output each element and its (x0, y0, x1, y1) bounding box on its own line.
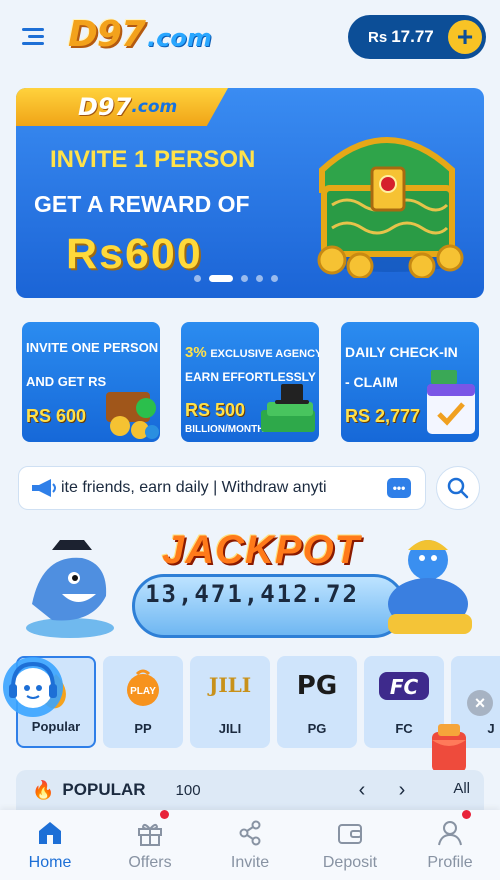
promo-agency-line1: EXCLUSIVE AGENCY (210, 348, 319, 360)
promo-card-agency[interactable]: 3% EXCLUSIVE AGENCY EARN EFFORTLESSLY RS… (181, 322, 319, 442)
balance-pill[interactable]: Rs 17.77 + (348, 15, 486, 59)
promo-card-checkin[interactable]: DAILY CHECK-IN - CLAIM RS 2,777 (341, 322, 479, 442)
banner-dot[interactable] (256, 275, 263, 282)
promo-invite-amount: RS 600 (26, 406, 87, 426)
customer-support-icon[interactable] (0, 654, 66, 720)
logo-suffix: .com (146, 24, 212, 52)
category-label: JILI (218, 721, 242, 736)
nav-label: Offers (128, 854, 172, 871)
banner-pagination[interactable] (194, 275, 278, 282)
prev-page-button[interactable]: ‹ (350, 778, 374, 802)
announcement-text: ite friends, earn daily | Withdraw anyti (61, 479, 327, 496)
nav-invite[interactable]: Invite (200, 810, 300, 880)
promo-checkin-line2: - CLAIM (345, 374, 398, 390)
view-all-button[interactable]: All (453, 780, 470, 797)
announcement-marquee[interactable]: ite friends, earn daily | Withdraw anyti… (18, 466, 426, 510)
banner-logo-main: D97 (78, 93, 132, 121)
home-icon (39, 822, 61, 844)
category-tab-pg[interactable]: PG PG (277, 656, 357, 748)
offers-badge (160, 810, 169, 819)
nav-label: Deposit (322, 854, 378, 871)
jackpot-title: JACKPOT (162, 528, 361, 572)
popular-count: 100 (175, 781, 201, 799)
jili-icon: JILI (207, 673, 251, 697)
profile-icon (438, 821, 462, 846)
share-icon (239, 820, 261, 846)
balance-currency: Rs (368, 28, 388, 46)
banner-logo-suffix: .com (131, 97, 178, 117)
category-label: J (487, 721, 495, 736)
nav-label: Invite (230, 854, 270, 871)
calendar-icon (427, 370, 475, 434)
pg-icon: PG (297, 671, 337, 701)
banner-dot[interactable] (241, 275, 248, 282)
category-label: Popular (31, 719, 81, 734)
megaphone-icon (32, 479, 56, 497)
shark-mascot-icon (26, 540, 114, 638)
banner-reward-amount: Rs600 (66, 230, 203, 278)
profile-badge (462, 810, 471, 819)
add-funds-button[interactable]: + (448, 20, 482, 54)
app-header: D97 .com Rs 17.77 + (0, 0, 500, 78)
banner-logo-tag: D97 .com (16, 88, 228, 126)
menu-icon[interactable] (22, 28, 44, 46)
promo-card-invite[interactable]: INVITE ONE PERSON AND GET RS RS 600 (22, 322, 160, 442)
gift-icon (138, 823, 162, 846)
promo-invite-line1: INVITE ONE PERSON (26, 340, 159, 355)
banner-dot[interactable] (194, 275, 201, 282)
jackpot-panel: JACKPOT 13,471,412.72 (22, 518, 482, 642)
nav-home[interactable]: Home (0, 810, 100, 880)
banner-headline: INVITE 1 PERSON (50, 146, 256, 173)
next-page-button[interactable]: › (390, 778, 414, 802)
wallet-icon (338, 824, 362, 844)
search-icon (447, 477, 469, 499)
nav-label: Profile (427, 854, 473, 871)
app-logo[interactable]: D97 .com (68, 14, 212, 60)
logo-main: D97 (68, 14, 146, 55)
fc-logo-text: FC (390, 675, 419, 699)
pp-logo-text: PLAY (130, 686, 156, 697)
banner-subheadline: GET A REWARD OF (34, 191, 250, 217)
fc-icon: FC (379, 672, 429, 700)
popular-section-header: 🔥 POPULAR 100 ‹ › All (16, 770, 484, 810)
close-floating-button[interactable]: × (467, 690, 493, 716)
nav-offers[interactable]: Offers (100, 810, 200, 880)
promo-checkin-line1: DAILY CHECK-IN (345, 344, 458, 360)
bottom-navigation: Home Offers Invite Deposit Profile (0, 810, 500, 880)
treasure-chest-icon (317, 137, 464, 278)
genie-mascot-icon (388, 540, 472, 634)
nav-deposit[interactable]: Deposit (300, 810, 400, 880)
popular-title: POPULAR (62, 780, 146, 799)
balance-amount: 17.77 (391, 27, 434, 46)
banner-dot[interactable] (271, 275, 278, 282)
promo-banner[interactable]: D97 .com INVITE 1 PERSON GET A REWARD OF… (16, 88, 484, 298)
promo-invite-line2: AND GET RS (26, 374, 107, 389)
category-label: PP (134, 721, 152, 736)
chat-bubble-icon: ••• (387, 478, 411, 498)
promo-agency-line3: BILLION/MONTH (185, 424, 265, 435)
search-button[interactable] (436, 466, 480, 510)
promo-agency-percent: 3% (185, 344, 207, 361)
category-label: FC (395, 721, 413, 736)
nav-label: Home (28, 854, 72, 871)
category-tab-jili[interactable]: JILI JILI (190, 656, 270, 748)
category-label: PG (307, 721, 327, 736)
jili-logo-text: JILI (207, 673, 251, 697)
coins-icon (106, 392, 159, 439)
category-tab-pp[interactable]: PLAY PP (103, 656, 183, 748)
pp-icon: PLAY (127, 669, 159, 706)
fire-icon: 🔥 (32, 779, 55, 800)
money-stack-icon (261, 384, 315, 432)
nav-profile[interactable]: Profile (400, 810, 500, 880)
promo-checkin-amount: RS 2,777 (345, 406, 421, 426)
pg-logo-text: PG (297, 671, 337, 701)
banner-dot[interactable] (209, 275, 233, 282)
red-envelope-icon[interactable] (424, 718, 474, 778)
promo-agency-amount: RS 500 (185, 400, 246, 420)
jackpot-amount: 13,471,412.72 (145, 580, 359, 608)
